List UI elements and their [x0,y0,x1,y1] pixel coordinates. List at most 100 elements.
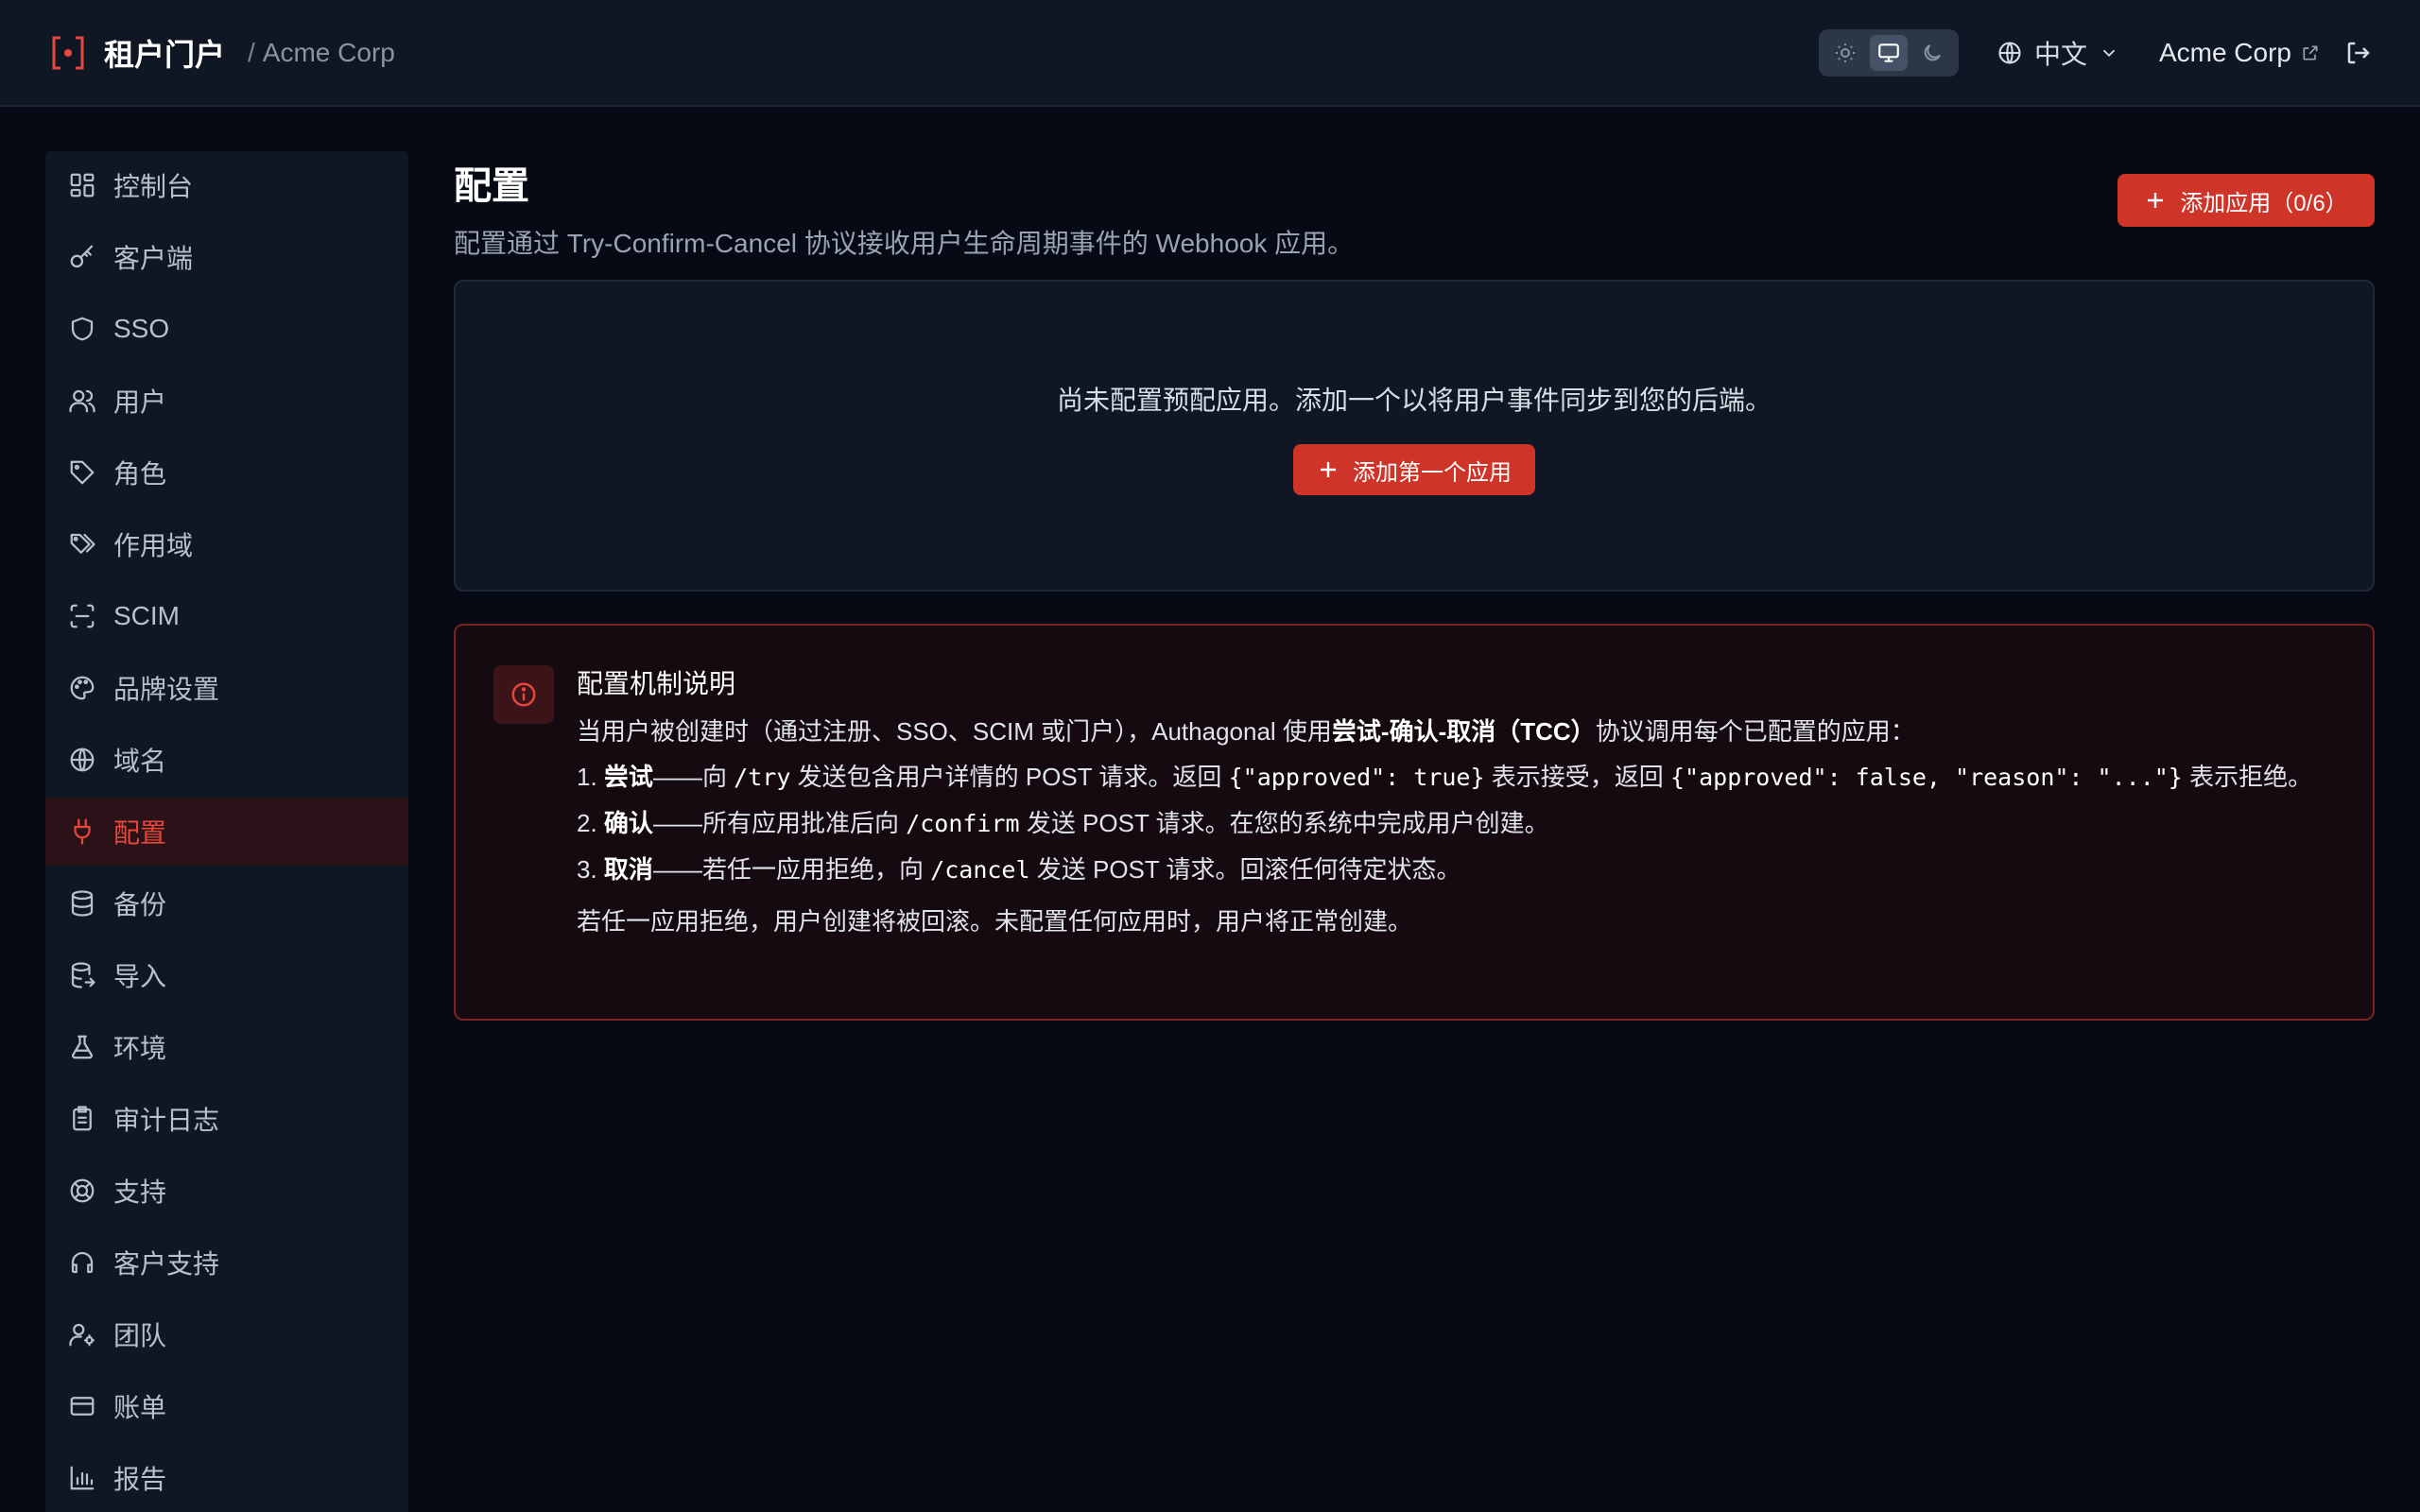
sidebar-item-label: 控制台 [113,172,194,201]
sidebar-item[interactable]: 备份 [45,869,408,937]
sidebar-item-label: 域名 [113,747,167,776]
step-title: 确认 [603,809,653,837]
step-code: /cancel [930,856,1030,884]
sidebar-item-label: 品牌设置 [113,675,220,704]
step-number: 3. [577,855,604,884]
sidebar-item[interactable]: 客户端 [45,223,408,291]
page-subtitle: 配置通过 Try-Confirm-Cancel 协议接收用户生命周期事件的 We… [454,229,1355,258]
flask-icon [71,1035,94,1059]
clipboard-icon [73,1106,92,1131]
system-theme-button[interactable] [1869,34,1908,71]
sidebar-item-label: 支持 [113,1177,167,1207]
org-external-link[interactable]: Acme Corp [2159,38,2320,68]
light-theme-button[interactable] [1826,35,1864,71]
add-first-app-button[interactable]: 添加第一个应用 [1293,444,1535,495]
step-code: /confirm [906,810,1020,837]
sidebar-item-label: SSO [113,314,170,343]
info-body: 配置机制说明 当用户被创建时（通过注册、SSO、SCIM 或门户），Authag… [577,663,2344,940]
shield-icon [71,317,94,341]
empty-state-card: 尚未配置预配应用。添加一个以将用户事件同步到您的后端。 添加第一个应用 [454,280,2375,592]
theme-switcher [1818,28,1959,77]
sidebar-item-label: 作用域 [113,531,194,560]
org-link-label: Acme Corp [2158,37,2291,67]
credit-card-icon [70,1397,95,1416]
sun-icon [1835,43,1855,62]
info-title: 配置机制说明 [577,669,736,698]
sidebar-item-label: 客户端 [113,244,194,273]
scan-icon [70,604,95,628]
info-footer: 若任一应用拒绝，用户创建将被回滚。未配置任何应用时，用户将正常创建。 [577,907,1413,936]
sidebar-item[interactable]: 作用域 [45,510,408,578]
sidebar: 控制台客户端 SSO 用户角色作用域 SCIM 品牌设置域名配置备份导入环境审计日志支持… [45,151,408,1512]
language-selector[interactable]: 中文 [1996,34,2119,72]
logout-button[interactable] [2344,39,2373,67]
dashboard-icon [70,173,95,198]
sidebar-item-label: 角色 [113,459,167,489]
sidebar-item[interactable]: 导入 [45,941,408,1009]
chevron-down-icon [2102,49,2116,57]
sidebar-item-label: 配置 [113,818,167,848]
sidebar-item-label: SCIM [113,601,180,630]
sidebar-item-label: 账单 [113,1393,167,1422]
sidebar-item-label: 审计日志 [113,1106,220,1135]
sidebar-item[interactable]: 角色 [45,438,408,507]
empty-state-text: 尚未配置预配应用。添加一个以将用户事件同步到您的后端。 [1056,386,1772,415]
lifebuoy-icon [70,1178,95,1203]
plug-icon [74,818,91,845]
dark-theme-button[interactable] [1913,35,1951,71]
sidebar-item[interactable]: 配置 [45,798,408,866]
sidebar-item-label: 导入 [113,962,167,991]
step-text: ——若任一应用拒绝，向 [652,855,931,884]
sidebar-item[interactable]: 支持 [45,1157,408,1225]
sidebar-item[interactable]: 用户 [45,367,408,435]
sidebar-item[interactable]: 环境 [45,1013,408,1081]
globe-icon [70,747,95,772]
sidebar-item[interactable]: 客户支持 [45,1228,408,1297]
info-step-confirm: 2. 确认——所有应用批准后向 /confirm 发送 POST 请求。在您的系… [577,804,2344,843]
step-title: 尝试 [603,763,653,791]
sidebar-item[interactable]: 品牌设置 [45,654,408,722]
info-step-try: 1. 尝试——向 /try 发送包含用户详情的 POST 请求。返回 {"app… [577,758,2344,797]
step-text: ——向 [652,763,735,791]
logout-icon [2347,42,2370,63]
step-text: 表示拒绝。 [2182,763,2313,791]
database-icon [71,890,94,917]
sidebar-item-label: 备份 [113,890,167,919]
sidebar-item-label: 用户 [113,387,167,417]
step-text: ——所有应用批准后向 [652,809,907,837]
sidebar-item-label: 环境 [113,1034,167,1063]
step-code: /try [734,764,791,791]
language-label: 中文 [2033,39,2087,69]
sidebar-item[interactable]: 控制台 [45,151,408,219]
brand[interactable]: 租户门户 / Acme Corp [51,31,395,75]
info-intro-bold: 尝试-确认-取消（TCC） [1331,717,1596,746]
user-gear-icon [69,1323,95,1347]
step-text: 发送 POST 请求。回滚任何待定状态。 [1029,855,1461,884]
top-bar: 租户门户 / Acme Corp 中文 Acme Corp [0,0,2420,107]
key-icon [70,245,94,268]
sidebar-item[interactable]: 账单 [45,1372,408,1440]
sidebar-item[interactable]: SCIM [45,582,408,650]
info-card: 配置机制说明 当用户被创建时（通过注册、SSO、SCIM 或门户），Authag… [454,624,2375,1021]
monitor-icon [1878,43,1899,62]
tags-icon [70,533,95,554]
sidebar-item[interactable]: 团队 [45,1300,408,1368]
sidebar-item[interactable]: 审计日志 [45,1085,408,1153]
main-content: 配置 配置通过 Try-Confirm-Cancel 协议接收用户生命周期事件的… [454,151,2375,1021]
sidebar-item[interactable]: 域名 [45,726,408,794]
sidebar-item-label: 客户支持 [113,1249,220,1279]
info-step-cancel: 3. 取消——若任一应用拒绝，向 /cancel 发送 POST 请求。回滚任何… [577,850,2344,889]
step-number: 1. [577,763,604,791]
breadcrumb-org: Acme Corp [262,37,395,67]
bar-chart-icon [70,1466,95,1490]
info-intro-text: 当用户被创建时（通过注册、SSO、SCIM 或门户），Authagonal 使用 [577,717,1332,746]
step-text: 发送 POST 请求。在您的系统中完成用户创建。 [1019,809,1549,837]
breadcrumb-separator: / [248,37,255,67]
add-app-button[interactable]: 添加应用（0/6） [2118,174,2375,227]
sidebar-item[interactable]: 报告 [45,1444,408,1512]
plus-icon [1321,462,1336,477]
sidebar-item[interactable]: SSO [45,295,408,363]
step-title: 取消 [603,855,653,884]
step-code: {"approved": true} [1228,764,1485,791]
globe-icon [1998,41,2021,64]
